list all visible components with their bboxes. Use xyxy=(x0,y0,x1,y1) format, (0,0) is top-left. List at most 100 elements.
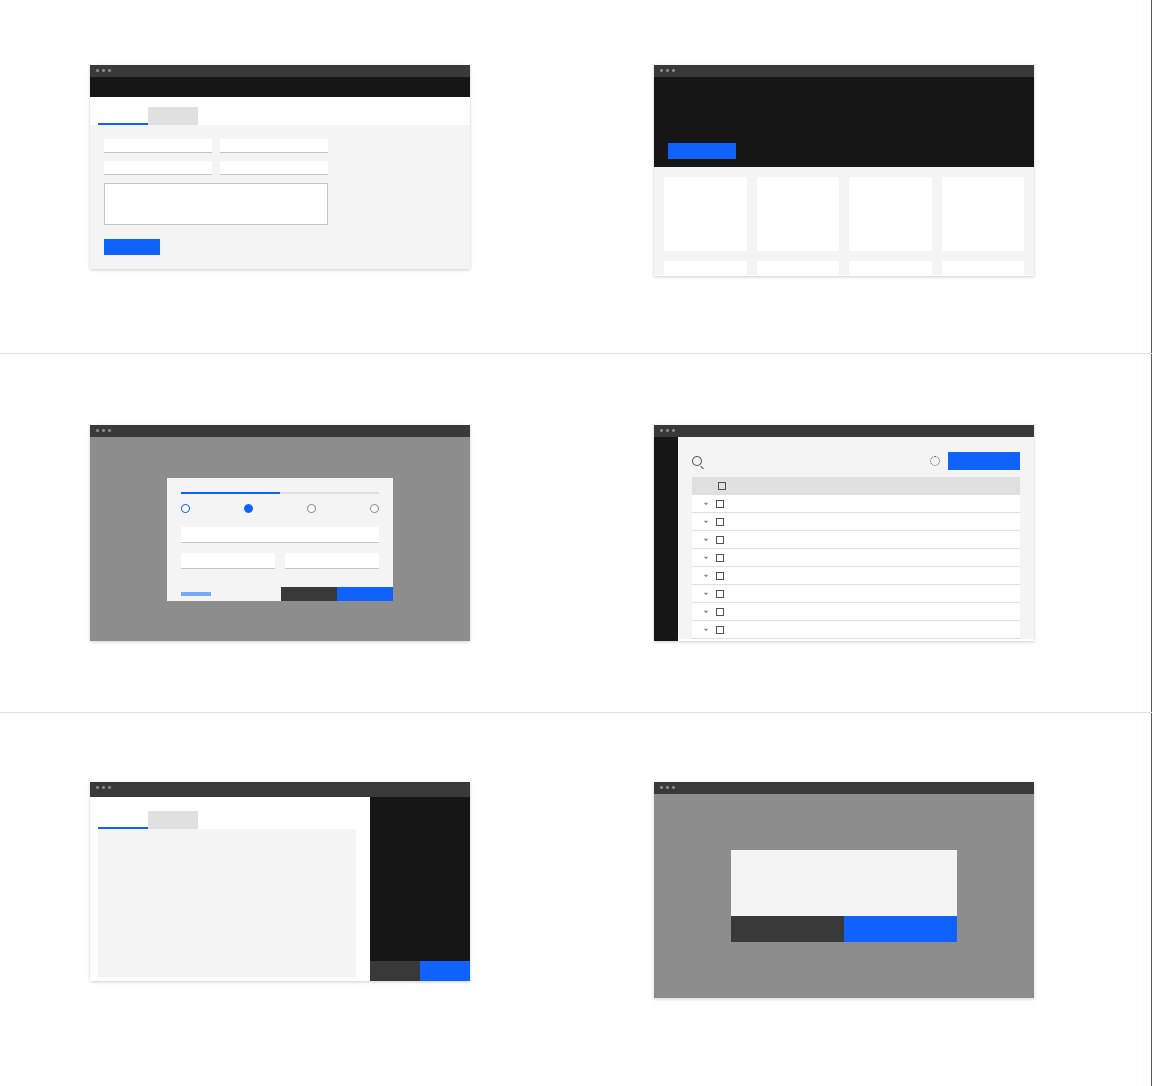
table-container xyxy=(678,437,1034,639)
confirmation-dialog xyxy=(731,850,957,942)
text-input[interactable] xyxy=(181,553,275,569)
modal-footer xyxy=(167,587,393,601)
panel-1-tabbed-form xyxy=(90,65,470,269)
primary-button[interactable] xyxy=(104,239,160,255)
chevron-down-icon[interactable] xyxy=(702,555,708,561)
window-titlebar xyxy=(654,65,1034,77)
row-divider xyxy=(0,712,1152,713)
primary-button[interactable] xyxy=(948,452,1020,470)
chevron-down-icon[interactable] xyxy=(702,609,708,615)
checkbox[interactable] xyxy=(716,518,724,526)
textarea[interactable] xyxy=(104,183,328,225)
tab-active[interactable] xyxy=(98,107,148,125)
wizard-modal xyxy=(167,478,393,601)
tab-inactive[interactable] xyxy=(148,811,198,829)
window-dot[interactable] xyxy=(660,69,663,72)
gear-icon[interactable] xyxy=(930,456,940,466)
tab-active[interactable] xyxy=(98,811,148,829)
window-dot[interactable] xyxy=(660,429,663,432)
primary-button[interactable] xyxy=(420,961,470,981)
step-indicators xyxy=(181,504,379,513)
tab-content-area xyxy=(98,829,356,977)
window-dot[interactable] xyxy=(666,429,669,432)
window-dot[interactable] xyxy=(666,786,669,789)
window-dot[interactable] xyxy=(666,69,669,72)
primary-button[interactable] xyxy=(844,916,957,942)
window-titlebar xyxy=(90,782,470,797)
table-row[interactable] xyxy=(692,513,1020,531)
window-dot[interactable] xyxy=(96,69,99,72)
checkbox[interactable] xyxy=(716,608,724,616)
window-dot[interactable] xyxy=(672,786,675,789)
chevron-down-icon[interactable] xyxy=(702,627,708,633)
window-titlebar xyxy=(90,425,470,437)
content-card[interactable] xyxy=(664,177,747,251)
chevron-down-icon[interactable] xyxy=(702,501,708,507)
primary-button[interactable] xyxy=(337,587,393,601)
checkbox[interactable] xyxy=(718,482,726,490)
primary-button[interactable] xyxy=(668,143,736,159)
step-indicator[interactable] xyxy=(370,504,379,513)
content-card[interactable] xyxy=(849,261,932,275)
content-card[interactable] xyxy=(757,261,840,275)
table-row[interactable] xyxy=(692,621,1020,639)
hero-section xyxy=(654,77,1034,167)
checkbox[interactable] xyxy=(716,554,724,562)
chevron-down-icon[interactable] xyxy=(702,591,708,597)
content-card[interactable] xyxy=(942,177,1025,251)
chevron-down-icon[interactable] xyxy=(702,519,708,525)
table-row[interactable] xyxy=(692,567,1020,585)
window-dot[interactable] xyxy=(96,786,99,789)
step-indicator[interactable] xyxy=(307,504,316,513)
panel-4-data-table xyxy=(654,425,1034,641)
checkbox[interactable] xyxy=(716,500,724,508)
secondary-button[interactable] xyxy=(370,961,420,981)
window-dot[interactable] xyxy=(660,786,663,789)
checkbox[interactable] xyxy=(716,572,724,580)
progress-fill xyxy=(181,492,280,494)
text-input[interactable] xyxy=(285,553,379,569)
table-row[interactable] xyxy=(692,549,1020,567)
checkbox[interactable] xyxy=(716,536,724,544)
window-dot[interactable] xyxy=(102,69,105,72)
content-card[interactable] xyxy=(757,177,840,251)
card-grid xyxy=(654,167,1034,275)
table-row[interactable] xyxy=(692,495,1020,513)
window-dot[interactable] xyxy=(96,429,99,432)
step-indicator[interactable] xyxy=(244,504,253,513)
chevron-down-icon[interactable] xyxy=(702,573,708,579)
window-dot[interactable] xyxy=(108,786,111,789)
table-row[interactable] xyxy=(692,585,1020,603)
checkbox[interactable] xyxy=(716,626,724,634)
right-panel-footer xyxy=(370,961,470,981)
text-input[interactable] xyxy=(104,139,212,153)
window-dot[interactable] xyxy=(102,429,105,432)
secondary-button[interactable] xyxy=(731,916,844,942)
text-input[interactable] xyxy=(181,527,379,543)
window-dot[interactable] xyxy=(672,69,675,72)
text-input[interactable] xyxy=(220,139,328,153)
right-panel xyxy=(370,797,470,981)
panel-2-hero-cards xyxy=(654,65,1034,276)
app-header-bar xyxy=(90,77,470,97)
content-card[interactable] xyxy=(942,261,1025,275)
window-dot[interactable] xyxy=(108,429,111,432)
left-pane xyxy=(90,797,370,981)
window-dot[interactable] xyxy=(102,786,105,789)
text-input[interactable] xyxy=(104,161,212,175)
step-indicator[interactable] xyxy=(181,504,190,513)
table-row[interactable] xyxy=(692,531,1020,549)
content-card[interactable] xyxy=(849,177,932,251)
secondary-button[interactable] xyxy=(281,587,337,601)
ghost-link[interactable] xyxy=(181,592,211,596)
table-row[interactable] xyxy=(692,603,1020,621)
search-icon[interactable] xyxy=(692,456,702,466)
checkbox[interactable] xyxy=(716,590,724,598)
text-input[interactable] xyxy=(220,161,328,175)
chevron-down-icon[interactable] xyxy=(702,537,708,543)
content-card[interactable] xyxy=(664,261,747,275)
window-dot[interactable] xyxy=(672,429,675,432)
tab-inactive[interactable] xyxy=(148,107,198,125)
window-dot[interactable] xyxy=(108,69,111,72)
window-titlebar xyxy=(654,782,1034,794)
